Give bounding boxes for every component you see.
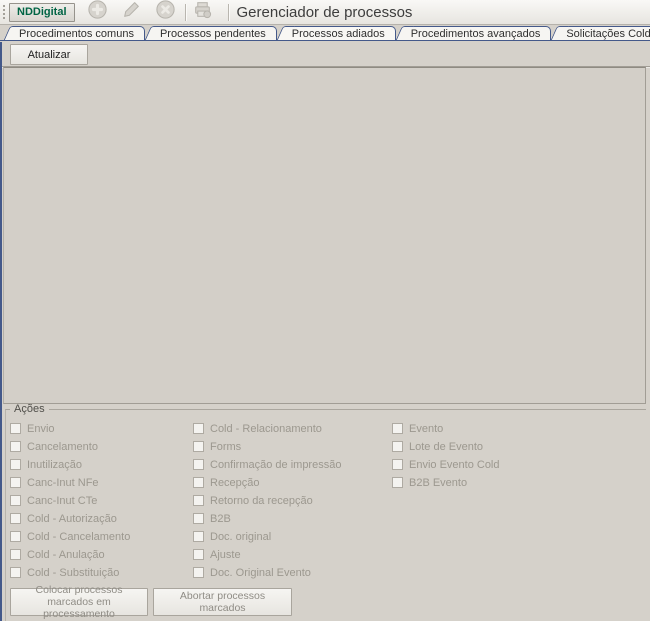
checkbox-lote-evento[interactable]: Lote de Evento [392, 440, 500, 453]
checkbox-doc-original-evento[interactable]: Doc. Original Evento [193, 566, 341, 579]
refresh-button[interactable]: Atualizar [10, 44, 88, 65]
checkbox-box[interactable] [10, 495, 21, 506]
add-icon [87, 0, 108, 25]
tab-procedimentos-comuns[interactable]: Procedimentos comuns [15, 26, 145, 40]
checkbox-box[interactable] [193, 459, 204, 470]
checkbox-ajuste[interactable]: Ajuste [193, 548, 341, 561]
page-title: Gerenciador de processos [237, 4, 413, 21]
checkbox-inutilizacao[interactable]: Inutilização [10, 458, 130, 471]
checkbox-box[interactable] [193, 423, 204, 434]
checkbox-cold-autorizacao[interactable]: Cold - Autorização [10, 512, 130, 525]
toolbar-separator [185, 4, 186, 21]
checkbox-retorno-recepcao[interactable]: Retorno da recepção [193, 494, 341, 507]
checkbox-box[interactable] [193, 567, 204, 578]
actions-column-1: Envio Cancelamento Inutilização Canc-Inu… [10, 422, 130, 584]
checkbox-cold-substituicao[interactable]: Cold - Substituição [10, 566, 130, 579]
toolbar-grip[interactable] [2, 4, 6, 21]
checkbox-cold-cancelamento[interactable]: Cold - Cancelamento [10, 530, 130, 543]
checkbox-box[interactable] [392, 477, 403, 488]
checkbox-canc-inut-cte[interactable]: Canc-Inut CTe [10, 494, 130, 507]
checkbox-box[interactable] [193, 477, 204, 488]
add-button[interactable] [87, 1, 109, 23]
tab-processos-adiados[interactable]: Processos adiados [288, 26, 396, 40]
toolbar-separator-2 [228, 4, 229, 21]
tab-solicitacoes-cold[interactable]: Solicitações Cold [562, 26, 650, 40]
checkbox-box[interactable] [392, 423, 403, 434]
checkbox-confirmacao-impressao[interactable]: Confirmação de impressão [193, 458, 341, 471]
checkbox-cancelamento[interactable]: Cancelamento [10, 440, 130, 453]
process-marked-button[interactable]: Colocar processos marcados em processame… [10, 588, 148, 616]
checkbox-envio[interactable]: Envio [10, 422, 130, 435]
edit-button[interactable] [121, 1, 143, 23]
abort-marked-button[interactable]: Abortar processos marcados [153, 588, 292, 616]
checkbox-cold-relacionamento[interactable]: Cold - Relacionamento [193, 422, 341, 435]
print-button[interactable] [192, 1, 214, 23]
checkbox-box[interactable] [392, 441, 403, 452]
process-list-panel [3, 67, 646, 404]
checkbox-canc-inut-nfe[interactable]: Canc-Inut NFe [10, 476, 130, 489]
tab-procedimentos-avancados[interactable]: Procedimentos avançados [407, 26, 552, 40]
checkbox-box[interactable] [10, 477, 21, 488]
actions-group-label: Ações [10, 403, 49, 415]
actions-column-3: Evento Lote de Evento Envio Evento Cold … [392, 422, 500, 494]
app-window: NDDigital [0, 0, 650, 621]
checkbox-box[interactable] [10, 531, 21, 542]
toolbar: NDDigital [0, 0, 650, 25]
checkbox-forms[interactable]: Forms [193, 440, 341, 453]
tab-page-processos-adiados: Atualizar Ações Envio Cancelamento Inuti… [0, 42, 650, 621]
checkbox-box[interactable] [10, 567, 21, 578]
checkbox-box[interactable] [10, 513, 21, 524]
print-icon [192, 0, 213, 25]
checkbox-box[interactable] [392, 459, 403, 470]
tab-processos-pendentes[interactable]: Processos pendentes [156, 26, 277, 40]
checkbox-doc-original[interactable]: Doc. original [193, 530, 341, 543]
checkbox-envio-evento-cold[interactable]: Envio Evento Cold [392, 458, 500, 471]
checkbox-box[interactable] [10, 441, 21, 452]
cancel-button[interactable] [155, 1, 177, 23]
checkbox-b2b-evento[interactable]: B2B Evento [392, 476, 500, 489]
cancel-icon [155, 0, 176, 25]
tab-strip: Procedimentos comuns Processos pendentes… [0, 26, 650, 41]
checkbox-box[interactable] [193, 531, 204, 542]
checkbox-box[interactable] [193, 441, 204, 452]
checkbox-b2b[interactable]: B2B [193, 512, 341, 525]
checkbox-box[interactable] [10, 549, 21, 560]
actions-column-2: Cold - Relacionamento Forms Confirmação … [193, 422, 341, 584]
pencil-icon [121, 0, 142, 25]
nddigital-button[interactable]: NDDigital [9, 3, 75, 22]
checkbox-box[interactable] [193, 549, 204, 560]
checkbox-recepcao[interactable]: Recepção [193, 476, 341, 489]
checkbox-evento[interactable]: Evento [392, 422, 500, 435]
checkbox-cold-anulacao[interactable]: Cold - Anulação [10, 548, 130, 561]
checkbox-box[interactable] [10, 459, 21, 470]
checkbox-box[interactable] [10, 423, 21, 434]
checkbox-box[interactable] [193, 513, 204, 524]
checkbox-box[interactable] [193, 495, 204, 506]
